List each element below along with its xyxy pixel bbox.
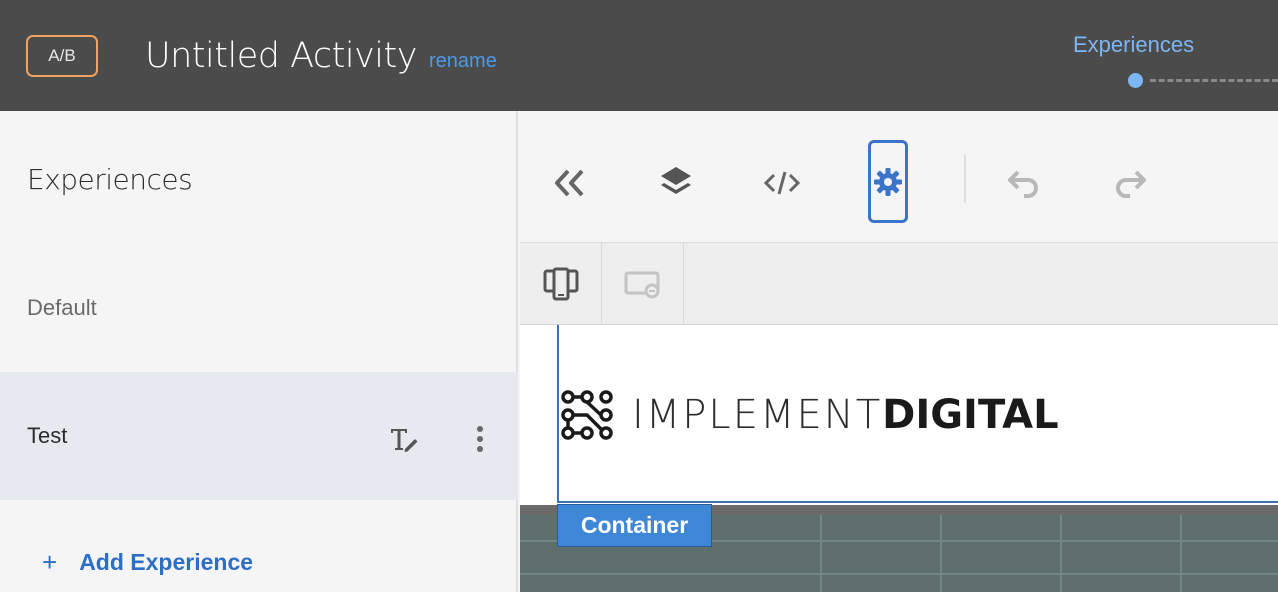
top-header: A/B Untitled Activity rename Experiences [0,0,1278,111]
experience-label: Test [27,423,68,448]
layers-icon [661,167,691,194]
collapse-panel-button[interactable] [550,163,590,203]
redo-icon [1116,170,1146,198]
plus-icon: + [42,547,58,577]
layers-button[interactable] [656,163,696,203]
rename-text-icon[interactable] [388,424,420,454]
experience-label: Default [27,295,97,320]
gear-icon [874,167,902,196]
workflow-step-connector [1150,79,1278,82]
experiences-sidebar: Experiences Default Test + Add Experienc… [0,111,518,592]
container-label-tag[interactable]: Container [557,504,712,547]
workflow-step-experiences[interactable]: Experiences [1073,32,1194,58]
device-preview-button[interactable] [520,243,602,325]
tile-line [940,515,942,592]
undo-icon [1008,170,1038,198]
page-preview-canvas[interactable]: IMPLEMENT DIGITAL Container [520,325,1278,592]
ab-activity-badge: A/B [26,35,98,77]
activity-title: Untitled Activity [145,36,417,76]
editor-toolbar [520,111,1278,243]
add-experience-label: Add Experience [79,549,254,575]
settings-button[interactable] [868,140,908,223]
experience-item-test[interactable]: Test [0,372,518,500]
redo-button[interactable] [1110,163,1150,203]
logo-text-light: IMPLEMENT [632,392,883,438]
toolbar-divider [964,155,966,203]
code-editor-button[interactable] [762,163,802,203]
double-chevron-left-icon [555,169,584,197]
device-preview-bar [520,243,1278,325]
more-vertical-icon[interactable] [470,424,490,454]
circuit-logo-icon [561,390,613,440]
device-preview-icon [543,267,578,301]
experience-item-default[interactable]: Default [0,244,518,372]
site-logo: IMPLEMENT DIGITAL [560,389,1059,441]
code-icon [763,171,801,195]
add-experience-button[interactable]: + Add Experience [42,547,253,578]
tile-line [820,515,822,592]
logo-text-bold: DIGITAL [882,392,1059,438]
tile-line [520,573,1278,575]
rename-link[interactable]: rename [429,50,497,73]
screen-remove-icon [624,271,659,299]
sidebar-title: Experiences [27,163,193,196]
screen-remove-button[interactable] [602,243,684,325]
undo-button[interactable] [1004,163,1044,203]
tile-line [1180,515,1182,592]
tile-line [1060,515,1062,592]
workflow-step-dot [1128,73,1143,88]
